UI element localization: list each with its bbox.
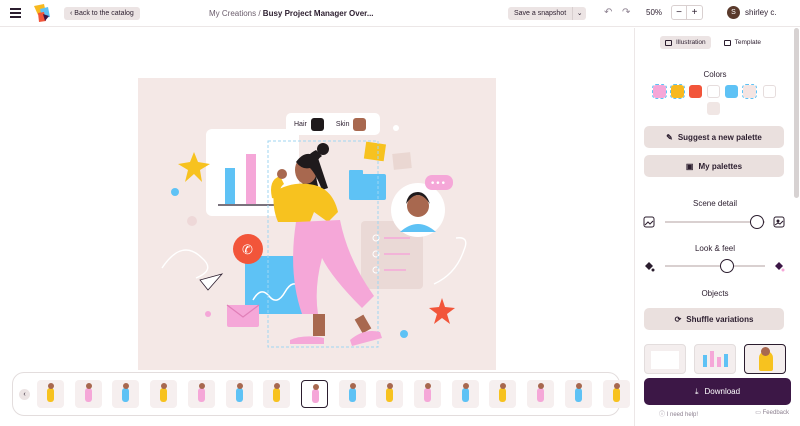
zoom-level: 50% (646, 8, 663, 17)
variation-thumbnail[interactable] (451, 380, 479, 408)
variation-thumbnail[interactable] (37, 380, 64, 408)
look-feel-track[interactable] (665, 265, 765, 267)
question-icon: ⓘ (659, 412, 667, 418)
object-variations (644, 344, 786, 374)
look-feel-knob[interactable] (720, 259, 734, 273)
breadcrumb-current: Busy Project Manager Over... (262, 9, 374, 18)
color-swatch[interactable] (707, 102, 720, 115)
variation-thumbnail[interactable] (489, 380, 517, 408)
look-feel-title: Look & feel (694, 244, 736, 253)
object-variation[interactable] (644, 344, 686, 374)
color-swatch[interactable] (763, 85, 776, 98)
zoom-in-button[interactable]: + (687, 5, 703, 20)
variation-thumbnail[interactable] (527, 380, 555, 408)
settings-panel: Illustration Template Colors ✎ Suggest a… (634, 28, 800, 426)
image-detailed-icon (773, 216, 785, 228)
back-to-catalog-button[interactable]: ‹ Back to the catalog (64, 7, 140, 20)
panel-scrollbar[interactable] (794, 28, 799, 198)
variation-thumbnail[interactable] (300, 380, 328, 408)
object-variation[interactable] (694, 344, 736, 374)
variation-thumbnail[interactable] (338, 380, 366, 408)
tab-template[interactable]: Template (719, 36, 766, 49)
variation-thumbnail[interactable] (187, 380, 215, 408)
color-swatch[interactable] (689, 85, 702, 98)
objects-title: Objects (701, 289, 729, 298)
tab-illustration[interactable]: Illustration (660, 36, 711, 49)
zoom-controls: − + (671, 5, 703, 20)
chat-icon: ▭ (755, 410, 763, 416)
hair-label: Hair (294, 120, 307, 128)
palette-jar-icon: ▣ (685, 161, 694, 171)
my-palettes-button[interactable]: ▣ My palettes (644, 155, 784, 177)
footer-links: ⓘ I need help! ▭ Feedback (659, 409, 789, 418)
username[interactable]: shirley c. (745, 8, 777, 17)
color-chip-bar: Hair Skin (286, 113, 380, 135)
variation-thumbnail[interactable] (414, 380, 441, 408)
variation-thumbnail[interactable] (74, 380, 102, 408)
color-swatch[interactable] (652, 84, 667, 99)
variation-thumbnail[interactable] (602, 380, 630, 408)
save-snapshot-button[interactable]: Save a snapshot ⌄ (508, 7, 587, 20)
download-button[interactable]: ⤓ Download (644, 378, 791, 405)
app-logo[interactable] (32, 3, 52, 23)
download-icon: ⤓ (694, 386, 699, 396)
scene-detail-title: Scene detail (692, 199, 738, 208)
shuffle-variations-button[interactable]: ⟳ Shuffle variations (644, 308, 784, 330)
scene-detail-knob[interactable] (750, 215, 764, 229)
variation-thumbnail[interactable] (263, 380, 291, 408)
breadcrumb-parent[interactable]: My Creations (209, 9, 256, 18)
variation-thumbnail[interactable] (225, 380, 253, 408)
variation-thumbnail[interactable] (112, 380, 140, 408)
hair-swatch[interactable] (310, 117, 324, 131)
svg-text:•••: ••• (430, 179, 446, 189)
redo-icon[interactable]: ↷ (622, 7, 630, 18)
variation-thumbnail[interactable] (376, 380, 404, 408)
template-icon (723, 39, 731, 46)
chevron-down-icon[interactable]: ⌄ (572, 7, 586, 20)
object-variation[interactable] (744, 344, 786, 374)
illustration-canvas[interactable]: ✆ ••• Hair Skin (138, 78, 496, 370)
breadcrumb: My Creations / Busy Project Manager Over… (209, 9, 374, 18)
zoom-out-button[interactable]: − (671, 5, 687, 20)
menu-icon[interactable] (10, 8, 21, 18)
color-swatch[interactable] (707, 85, 720, 98)
top-bar: ‹ Back to the catalog My Creations / Bus… (0, 0, 800, 27)
avatar[interactable]: S (727, 6, 740, 19)
undo-icon[interactable]: ↶ (604, 7, 612, 18)
panel-tabs: Illustration Template (660, 36, 766, 49)
image-simple-icon (643, 216, 655, 228)
suggest-palette-button[interactable]: ✎ Suggest a new palette (644, 126, 784, 148)
carousel-prev-button[interactable]: ‹ (19, 389, 30, 400)
variation-thumbnail[interactable] (150, 380, 178, 408)
colors-title: Colors (703, 70, 727, 79)
paint-bucket-icon (645, 262, 655, 272)
scene-detail-slider[interactable] (643, 214, 785, 230)
color-swatch[interactable] (670, 84, 685, 99)
eyedropper-icon: ✎ (666, 132, 673, 142)
color-swatch[interactable] (742, 84, 757, 99)
svg-text:✆: ✆ (242, 243, 253, 258)
look-feel-slider[interactable] (643, 258, 785, 274)
help-link[interactable]: ⓘ I need help! (659, 409, 698, 418)
feedback-link[interactable]: ▭ Feedback (755, 409, 789, 418)
color-swatch[interactable] (725, 85, 738, 98)
skin-swatch[interactable] (353, 117, 367, 131)
variations-carousel: ‹ › (12, 372, 630, 416)
illustration-icon (665, 39, 672, 46)
shuffle-icon: ⟳ (674, 314, 682, 324)
paint-bucket-detailed-icon (775, 262, 785, 272)
variation-thumbnail[interactable] (564, 380, 592, 408)
skin-label: Skin (335, 120, 350, 128)
